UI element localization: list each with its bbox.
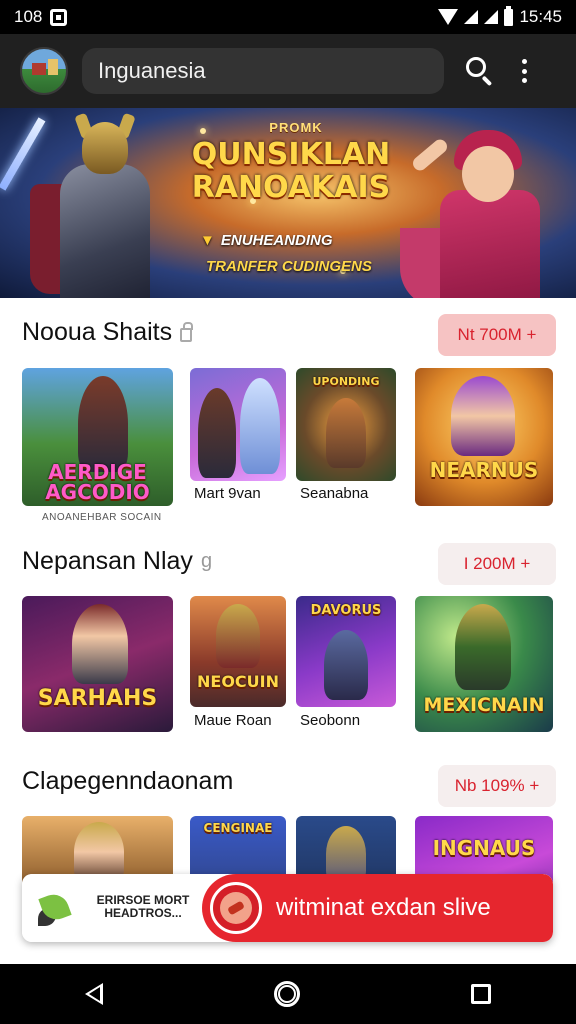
hero-title-line2: RANOAKAIS bbox=[191, 170, 391, 205]
home-icon[interactable] bbox=[273, 981, 300, 1007]
back-icon[interactable] bbox=[85, 983, 104, 1005]
app-bar: Inguanesia bbox=[0, 34, 576, 108]
promo-cta-icon bbox=[210, 882, 262, 934]
hero-banner[interactable]: PROMK QUNSIKLAN RANOAKAIS ▼ ENUHEANDING T… bbox=[0, 108, 576, 298]
card-caption: Maue Roan bbox=[194, 712, 272, 729]
promo-bar-left: ERIRSOE MORT HEADTROS... bbox=[22, 874, 202, 942]
section-title-3: Clapegenndaonam bbox=[22, 767, 234, 795]
arrow-icon: ▼ bbox=[200, 232, 215, 249]
more-vert-icon[interactable] bbox=[514, 55, 534, 87]
avatar[interactable] bbox=[20, 47, 68, 95]
system-nav-bar bbox=[0, 964, 576, 1024]
status-left: 108 bbox=[14, 7, 68, 27]
hero-subtitle-1: ▼ ENUHEANDING bbox=[200, 232, 333, 249]
game-card[interactable]: SARHAHS bbox=[22, 596, 173, 732]
status-bar: 108 15:45 bbox=[0, 0, 576, 34]
photo-icon bbox=[50, 8, 68, 26]
status-right: 15:45 bbox=[438, 5, 562, 27]
promo-bar[interactable]: ERIRSOE MORT HEADTROS... witminat exdan … bbox=[22, 874, 553, 942]
section-title-2: Nepansan Nlay g bbox=[22, 547, 213, 575]
game-card[interactable]: UPONDING bbox=[296, 368, 396, 481]
hero-mage-illustration bbox=[400, 118, 570, 298]
hero-kicker: PROMK bbox=[269, 120, 323, 135]
hero-subtitle-2: TRANFER CUDINGENS bbox=[206, 258, 372, 275]
search-icon-handle bbox=[481, 75, 493, 87]
status-left-text: 108 bbox=[14, 7, 43, 26]
promo-cta-button[interactable]: witminat exdan slive bbox=[202, 874, 553, 942]
game-card[interactable]: NEOCUIN bbox=[190, 596, 286, 707]
recents-icon[interactable] bbox=[470, 984, 491, 1004]
signal-icon-2 bbox=[484, 10, 499, 24]
hero-title-line1: QUNSIKLAN bbox=[191, 137, 391, 172]
card-caption: Seanabna bbox=[300, 485, 369, 502]
game-card[interactable] bbox=[190, 368, 286, 481]
search-input[interactable]: Inguanesia bbox=[82, 48, 444, 94]
search-button[interactable] bbox=[464, 55, 496, 87]
leaf-logo-icon bbox=[36, 890, 76, 930]
card-caption: Mart 9van bbox=[194, 485, 261, 502]
search-input-value: Inguanesia bbox=[98, 58, 206, 83]
card-subcaption: ANOANEHBAR SOCAIN bbox=[42, 512, 162, 523]
lock-icon bbox=[180, 321, 194, 342]
spark bbox=[200, 128, 206, 134]
search-icon bbox=[466, 57, 486, 77]
game-card[interactable]: NEARNUS bbox=[415, 368, 553, 506]
hero-title: QUNSIKLAN RANOAKAIS bbox=[186, 138, 396, 204]
game-card[interactable]: AERDIGE AGCODIO bbox=[22, 368, 173, 506]
section-title-1: Nooua Shaits bbox=[22, 318, 194, 347]
status-time: 15:45 bbox=[519, 7, 562, 26]
promo-bar-text: ERIRSOE MORT HEADTROS... bbox=[96, 893, 190, 920]
hero-knight-illustration bbox=[30, 112, 180, 298]
promo-cta-label: witminat exdan slive bbox=[276, 894, 491, 921]
section-3-more-pill[interactable]: Nb 109% + bbox=[438, 765, 556, 807]
section-2-more-pill[interactable]: I 200M + bbox=[438, 543, 556, 585]
badge-icon: g bbox=[200, 550, 213, 572]
signal-icon bbox=[464, 10, 479, 24]
game-card[interactable]: MEXICNAIN bbox=[415, 596, 553, 732]
card-caption: Seobonn bbox=[300, 712, 361, 729]
battery-icon bbox=[504, 5, 514, 26]
game-card[interactable]: DAVORUS bbox=[296, 596, 396, 707]
section-1-more-pill[interactable]: Nt 700M + bbox=[438, 314, 556, 356]
screen: 108 15:45 Inguanesia PROMK QUNSIKLAN RAN… bbox=[0, 0, 576, 1024]
wifi-icon bbox=[438, 9, 459, 25]
